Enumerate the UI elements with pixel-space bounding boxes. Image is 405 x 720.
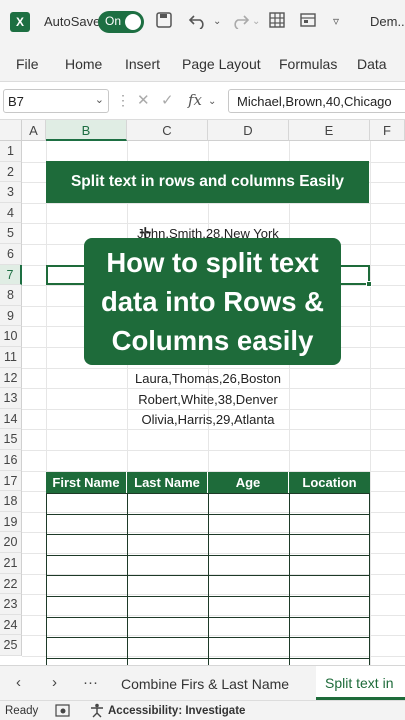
- row-header-12[interactable]: 12: [0, 367, 22, 389]
- enter-icon[interactable]: ✓: [161, 91, 174, 109]
- table-header-first-name[interactable]: First Name: [46, 472, 127, 493]
- toggle-state: On: [105, 14, 122, 28]
- sheet-tabs-bar: ‹ › ··· Combine Firs & Last Name Split t…: [0, 665, 405, 700]
- save-icon[interactable]: [155, 11, 173, 34]
- menu-home[interactable]: Home: [65, 56, 102, 72]
- row-header-20[interactable]: 20: [0, 532, 22, 553]
- ribbon-menu: File Home Insert Page Layout Formulas Da…: [0, 44, 405, 82]
- redo-dropdown-icon[interactable]: ⌄: [252, 16, 260, 27]
- column-header-f[interactable]: F: [370, 120, 405, 141]
- function-dropdown-icon[interactable]: ⌄: [208, 96, 216, 107]
- undo-icon[interactable]: [188, 11, 210, 34]
- table-header-last-name[interactable]: Last Name: [127, 472, 208, 493]
- row-header-9[interactable]: 9: [0, 305, 22, 327]
- row-header-13[interactable]: 13: [0, 388, 22, 409]
- row-header-5[interactable]: 5: [0, 223, 22, 244]
- row-header-18[interactable]: 18: [0, 491, 22, 512]
- name-box[interactable]: B7 ⌄: [3, 89, 109, 113]
- data-row-4[interactable]: Olivia,Harris,29,Atlanta: [127, 412, 289, 427]
- formula-input[interactable]: Michael,Brown,40,Chicago: [228, 89, 405, 113]
- autosave-toggle[interactable]: On: [98, 11, 144, 33]
- row-header-24[interactable]: 24: [0, 614, 22, 636]
- data-row-3[interactable]: Robert,White,38,Denver: [127, 392, 289, 407]
- row-header-16[interactable]: 16: [0, 450, 22, 471]
- fill-handle[interactable]: [366, 281, 372, 287]
- table-row-line: [46, 493, 369, 494]
- excel-logo-icon: X: [10, 12, 30, 32]
- form-icon[interactable]: [299, 11, 317, 34]
- row-header-2[interactable]: 2: [0, 161, 22, 183]
- redo-icon[interactable]: [228, 11, 250, 34]
- column-header-a[interactable]: A: [22, 120, 46, 141]
- sheet-tab-combine[interactable]: Combine Firs & Last Name: [121, 676, 289, 692]
- insert-function-icon[interactable]: fx: [188, 91, 202, 109]
- accessibility-status[interactable]: Accessibility: Investigate: [108, 705, 245, 717]
- row-header-14[interactable]: 14: [0, 408, 22, 430]
- row-header-7[interactable]: 7: [0, 264, 22, 286]
- row-header-11[interactable]: 11: [0, 347, 22, 368]
- next-sheet-icon[interactable]: ›: [52, 674, 57, 691]
- column-header-d[interactable]: D: [208, 120, 289, 141]
- prev-sheet-icon[interactable]: ‹: [16, 674, 21, 691]
- row-header-10[interactable]: 10: [0, 326, 22, 347]
- table-grid-icon[interactable]: [268, 11, 286, 34]
- toggle-knob: [125, 14, 141, 30]
- row-header-8[interactable]: 8: [0, 285, 22, 306]
- formula-bar: B7 ⌄ ⋮ ✕ ✓ fx ⌄ Michael,Brown,40,Chicago: [0, 82, 405, 120]
- sheet-title-banner: Split text in rows and columns Easily: [46, 161, 369, 203]
- undo-dropdown-icon[interactable]: ⌄: [213, 16, 221, 27]
- table-row-line: [46, 575, 369, 577]
- more-options-icon[interactable]: ⋮: [116, 92, 130, 109]
- table-row-line: [46, 657, 369, 659]
- caption-line-1: How to split text: [106, 247, 319, 278]
- row-header-22[interactable]: 22: [0, 573, 22, 595]
- caption-line-2: data into Rows &: [100, 286, 325, 317]
- row-header-25[interactable]: 25: [0, 635, 22, 656]
- document-name[interactable]: Dem...: [370, 14, 405, 29]
- select-all-corner[interactable]: [0, 120, 22, 141]
- menu-formulas[interactable]: Formulas: [279, 56, 337, 72]
- menu-page-layout[interactable]: Page Layout: [182, 56, 261, 72]
- autosave-label: AutoSave: [44, 14, 101, 29]
- column-header-e[interactable]: E: [289, 120, 370, 141]
- accessibility-icon[interactable]: [89, 703, 105, 720]
- row-header-3[interactable]: 3: [0, 182, 22, 203]
- customize-toolbar-icon[interactable]: ▿: [333, 14, 339, 28]
- table-header-age[interactable]: Age: [208, 472, 289, 493]
- row-header-23[interactable]: 23: [0, 594, 22, 615]
- row-header-17[interactable]: 17: [0, 470, 22, 492]
- sheet-tab-split[interactable]: Split text in: [316, 666, 405, 700]
- video-caption-overlay: How to split text data into Rows & Colum…: [84, 238, 341, 365]
- table-row-line: [46, 637, 369, 639]
- title-bar: X AutoSave On ⌄ ⌄ ▿ Dem...: [0, 0, 405, 44]
- caption-line-3: Columns easily: [111, 325, 314, 356]
- row-header-4[interactable]: 4: [0, 202, 22, 224]
- data-row-2[interactable]: Laura,Thomas,26,Boston: [127, 371, 289, 386]
- status-ready: Ready: [5, 705, 39, 717]
- table-row-line: [46, 534, 369, 536]
- row-header-21[interactable]: 21: [0, 553, 22, 574]
- row-header-1[interactable]: 1: [0, 141, 22, 162]
- menu-file[interactable]: File: [16, 56, 39, 72]
- table-header-location[interactable]: Location: [289, 472, 370, 493]
- row-header-6[interactable]: 6: [0, 244, 22, 265]
- table-row-line: [46, 596, 369, 597]
- status-bar: Ready Accessibility: Investigate: [0, 700, 405, 720]
- table-row-line: [46, 513, 369, 515]
- cancel-icon[interactable]: ✕: [137, 91, 150, 109]
- menu-data[interactable]: Data: [357, 56, 387, 72]
- menu-insert[interactable]: Insert: [125, 56, 160, 72]
- name-box-value: B7: [8, 94, 24, 109]
- more-sheets-icon[interactable]: ···: [83, 674, 98, 691]
- column-header-c[interactable]: C: [127, 120, 208, 141]
- column-header-b[interactable]: B: [46, 120, 127, 141]
- table-row-line: [46, 616, 369, 618]
- macro-record-icon[interactable]: [55, 703, 71, 720]
- row-header-19[interactable]: 19: [0, 511, 22, 533]
- table-row-line: [46, 554, 369, 556]
- row-header-15[interactable]: 15: [0, 429, 22, 450]
- chevron-down-icon[interactable]: ⌄: [95, 93, 104, 106]
